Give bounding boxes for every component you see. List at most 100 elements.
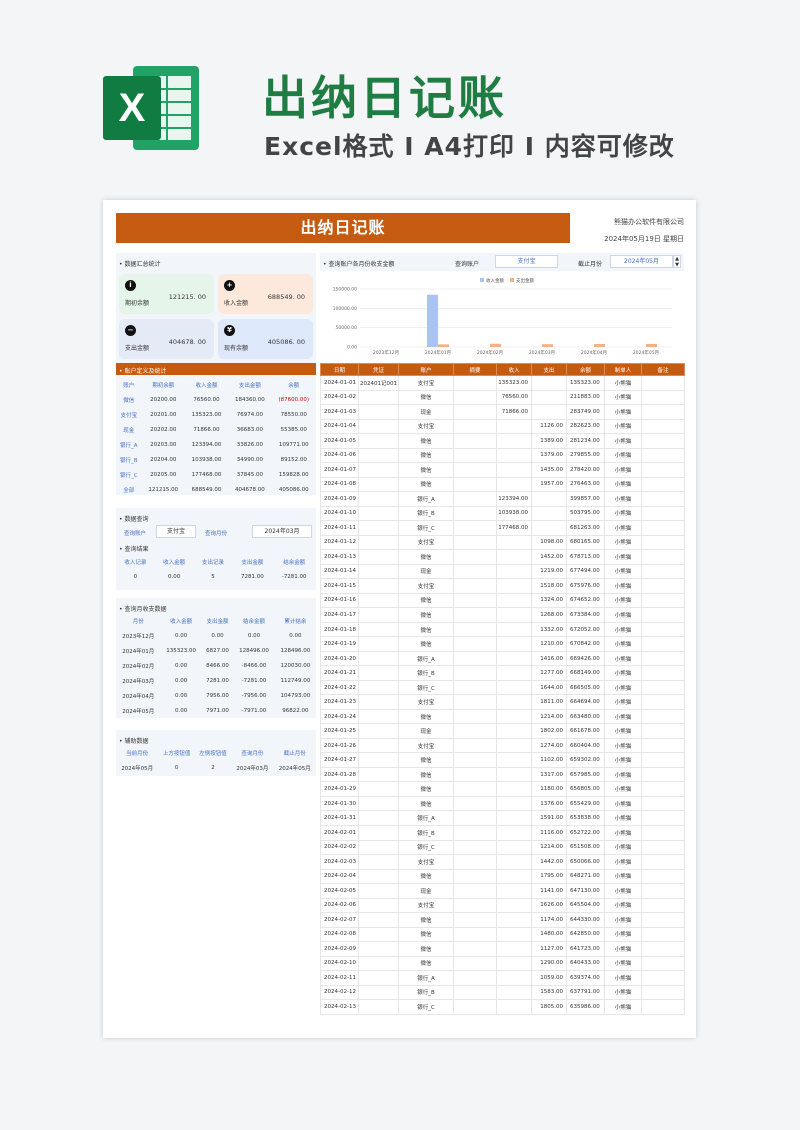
preparer-cell[interactable]: 小熊猫 bbox=[604, 636, 642, 652]
summary-cell[interactable] bbox=[453, 854, 497, 870]
balance-cell[interactable]: 675976.00 bbox=[566, 578, 605, 594]
note-cell[interactable] bbox=[641, 433, 685, 449]
summary-cell[interactable] bbox=[453, 737, 497, 754]
date-cell[interactable]: 2024-02-04 bbox=[320, 868, 359, 885]
preparer-cell[interactable]: 小熊猫 bbox=[604, 737, 642, 754]
account-cell[interactable]: 银行_C bbox=[398, 679, 454, 696]
account-cell[interactable]: 微信 bbox=[398, 621, 454, 638]
preparer-cell[interactable]: 小熊猫 bbox=[604, 810, 642, 826]
date-cell[interactable]: 2024-02-01 bbox=[320, 825, 359, 841]
summary-cell[interactable] bbox=[453, 708, 497, 725]
expense-cell[interactable]: 1141.00 bbox=[531, 883, 567, 899]
balance-cell[interactable]: 650066.00 bbox=[566, 854, 605, 870]
income-cell[interactable] bbox=[496, 621, 532, 638]
table-cell[interactable]: 2024年04月 bbox=[116, 688, 160, 703]
balance-cell[interactable]: 681263.00 bbox=[566, 520, 605, 536]
table-cell[interactable]: 76974.00 bbox=[228, 407, 271, 422]
note-cell[interactable] bbox=[641, 781, 685, 797]
summary-cell[interactable] bbox=[453, 433, 497, 449]
date-cell[interactable]: 2024-01-13 bbox=[320, 549, 359, 565]
balance-cell[interactable]: 660404.00 bbox=[566, 737, 605, 754]
preparer-cell[interactable]: 小熊猫 bbox=[604, 708, 642, 725]
voucher-cell[interactable] bbox=[358, 665, 399, 681]
note-cell[interactable] bbox=[641, 404, 685, 420]
income-cell[interactable] bbox=[496, 970, 532, 986]
balance-cell[interactable]: 652722.00 bbox=[566, 825, 605, 841]
date-cell[interactable]: 2024-01-07 bbox=[320, 462, 359, 478]
account-cell[interactable]: 微信 bbox=[398, 447, 454, 464]
date-cell[interactable]: 2024-01-28 bbox=[320, 766, 359, 783]
note-cell[interactable] bbox=[641, 970, 685, 986]
expense-cell[interactable]: 1591.00 bbox=[531, 810, 567, 826]
voucher-cell[interactable] bbox=[358, 578, 399, 594]
voucher-cell[interactable] bbox=[358, 621, 399, 638]
balance-cell[interactable]: 645504.00 bbox=[566, 897, 605, 914]
preparer-cell[interactable]: 小熊猫 bbox=[604, 883, 642, 899]
balance-cell[interactable]: 635986.00 bbox=[566, 999, 605, 1015]
note-cell[interactable] bbox=[641, 868, 685, 885]
preparer-cell[interactable]: 小熊猫 bbox=[604, 926, 642, 943]
voucher-cell[interactable] bbox=[358, 708, 399, 725]
voucher-cell[interactable] bbox=[358, 563, 399, 580]
note-cell[interactable] bbox=[641, 825, 685, 841]
preparer-cell[interactable]: 小熊猫 bbox=[604, 621, 642, 638]
summary-cell[interactable] bbox=[453, 941, 497, 957]
summary-cell[interactable] bbox=[453, 563, 497, 580]
account-cell[interactable]: 支付宝 bbox=[398, 534, 454, 551]
income-cell[interactable] bbox=[496, 665, 532, 681]
note-cell[interactable] bbox=[641, 999, 685, 1015]
account-cell[interactable]: 支付宝 bbox=[398, 694, 454, 710]
summary-cell[interactable] bbox=[453, 549, 497, 565]
voucher-cell[interactable] bbox=[358, 723, 399, 739]
note-cell[interactable] bbox=[641, 636, 685, 652]
account-cell[interactable]: 微信 bbox=[398, 868, 454, 885]
table-cell[interactable]: 112749.00 bbox=[275, 673, 316, 688]
note-cell[interactable] bbox=[641, 694, 685, 710]
expense-cell[interactable] bbox=[531, 389, 567, 406]
account-cell[interactable]: 银行_C bbox=[398, 999, 454, 1015]
date-cell[interactable]: 2024-02-09 bbox=[320, 941, 359, 957]
note-cell[interactable] bbox=[641, 795, 685, 812]
note-cell[interactable] bbox=[641, 534, 685, 551]
date-cell[interactable]: 2024-01-20 bbox=[320, 650, 359, 667]
income-cell[interactable] bbox=[496, 737, 532, 754]
income-cell[interactable] bbox=[496, 534, 532, 551]
balance-cell[interactable]: 672052.00 bbox=[566, 621, 605, 638]
voucher-cell[interactable] bbox=[358, 970, 399, 986]
date-cell[interactable]: 2024-01-29 bbox=[320, 781, 359, 797]
date-cell[interactable]: 2024-01-14 bbox=[320, 563, 359, 580]
expense-cell[interactable]: 1644.00 bbox=[531, 679, 567, 696]
balance-cell[interactable]: 668149.00 bbox=[566, 665, 605, 681]
table-cell[interactable]: 全部 bbox=[116, 482, 142, 497]
summary-cell[interactable] bbox=[453, 636, 497, 652]
date-cell[interactable]: 2024-01-06 bbox=[320, 447, 359, 464]
voucher-cell[interactable] bbox=[358, 592, 399, 609]
account-cell[interactable]: 支付宝 bbox=[398, 418, 454, 435]
note-cell[interactable] bbox=[641, 491, 685, 507]
income-cell[interactable] bbox=[496, 883, 532, 899]
balance-cell[interactable]: 639374.00 bbox=[566, 970, 605, 986]
income-cell[interactable] bbox=[496, 810, 532, 826]
preparer-cell[interactable]: 小熊猫 bbox=[604, 375, 642, 391]
summary-cell[interactable] bbox=[453, 825, 497, 841]
preparer-cell[interactable]: 小熊猫 bbox=[604, 505, 642, 522]
table-cell[interactable]: 128496.00 bbox=[275, 643, 316, 658]
account-cell[interactable]: 银行_B bbox=[398, 984, 454, 1001]
table-cell[interactable]: 0.00 bbox=[160, 658, 201, 673]
note-cell[interactable] bbox=[641, 447, 685, 464]
preparer-cell[interactable]: 小熊猫 bbox=[604, 999, 642, 1015]
expense-cell[interactable]: 1116.00 bbox=[531, 825, 567, 841]
income-cell[interactable] bbox=[496, 854, 532, 870]
preparer-cell[interactable]: 小熊猫 bbox=[604, 795, 642, 812]
voucher-cell[interactable] bbox=[358, 447, 399, 464]
date-cell[interactable]: 2024-01-27 bbox=[320, 752, 359, 768]
table-cell[interactable]: 184360.00 bbox=[228, 392, 271, 407]
expense-cell[interactable]: 1126.00 bbox=[531, 418, 567, 435]
chart-account-select[interactable]: 支付宝 bbox=[495, 255, 558, 268]
expense-cell[interactable]: 1210.00 bbox=[531, 636, 567, 652]
date-cell[interactable]: 2024-02-12 bbox=[320, 984, 359, 1001]
table-cell[interactable]: 78550.00 bbox=[272, 407, 317, 422]
income-cell[interactable]: 135323.00 bbox=[496, 375, 532, 391]
table-cell[interactable]: 2024年01月 bbox=[116, 643, 160, 658]
balance-cell[interactable]: 644330.00 bbox=[566, 912, 605, 928]
